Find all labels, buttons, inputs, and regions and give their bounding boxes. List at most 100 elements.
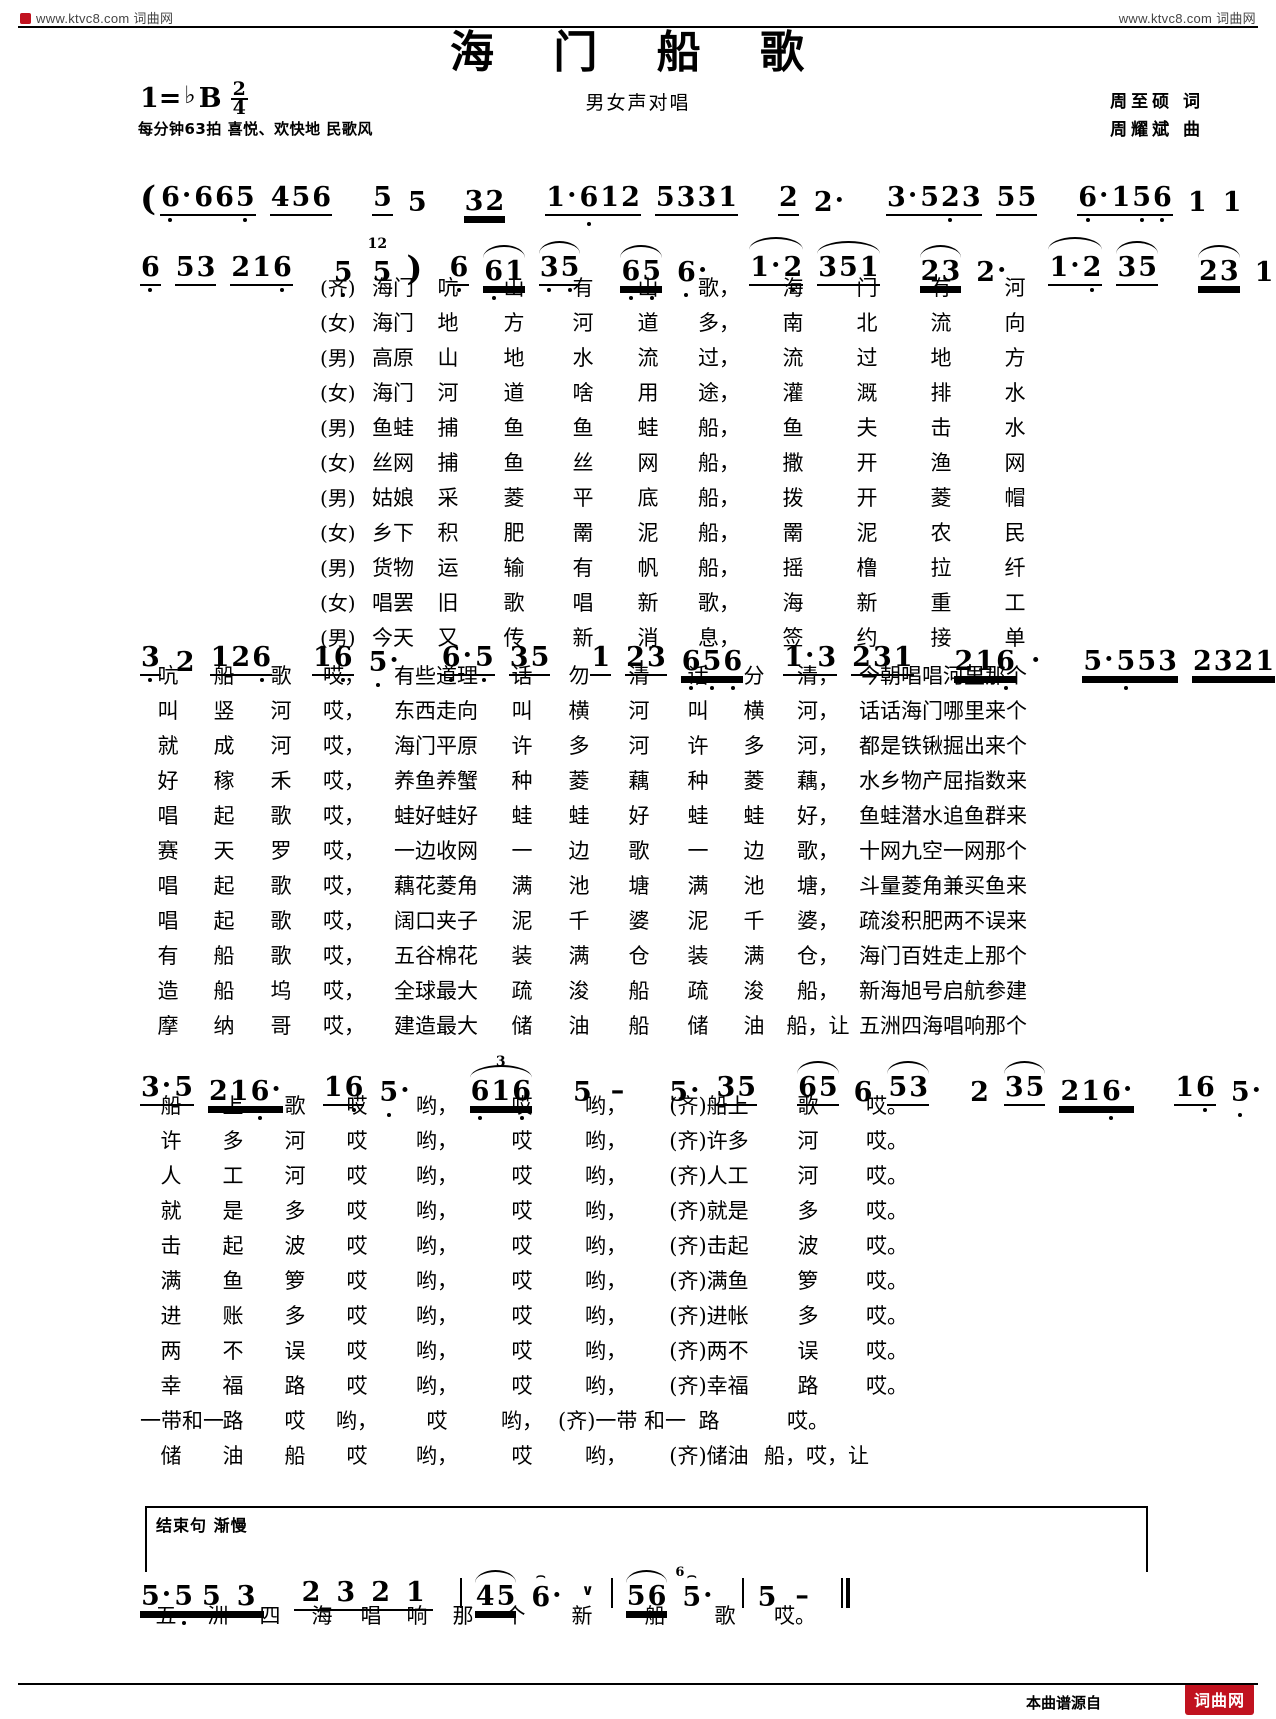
lyric-cell: 哟， [416, 1374, 458, 1398]
aug-dot: · [1122, 1074, 1133, 1105]
note: 3 [1117, 252, 1137, 283]
lyric-cell: 河 [270, 734, 292, 758]
note-group: 35 [1116, 241, 1159, 286]
lyric-cell: 帽 [1004, 486, 1026, 510]
note: 4 [270, 182, 290, 213]
lyric-cell: 开 [856, 451, 878, 475]
lyric-cell: 有些道理 [394, 664, 478, 688]
lyric-row: 就 成 河 哎， 海门平原 许 多 河 许 多 河， 都是铁锹掘出来个 [140, 730, 1032, 765]
note: 3 [1219, 256, 1239, 287]
lyric-cell: 河 [628, 734, 650, 758]
lyric-cell: 船 [644, 1604, 666, 1628]
lyric-cell: (齐)储油 [669, 1444, 749, 1468]
note-group: 16 [1174, 1074, 1216, 1106]
lyric-cell: 击 [160, 1234, 182, 1258]
lyric-cell: 地 [930, 346, 952, 370]
lyric-cell: 仓， [797, 944, 839, 968]
note-group: 2 · [813, 185, 846, 216]
lyric-cell: 叫 [687, 699, 709, 723]
lyric-role: (女) [320, 451, 356, 475]
lyric-cell: 河， [797, 734, 839, 758]
lyric-cell: 疏浚积肥两不误来 [859, 909, 1027, 933]
lyric-cell: 多 [797, 1304, 819, 1328]
lyric-cell: 哎。 [787, 1409, 829, 1433]
lyric-cell: 阔口夹子 [394, 909, 478, 933]
lyric-cell: 南 [782, 311, 804, 335]
lyric-cell: 竖 [213, 699, 235, 723]
lyric-cell: 菱 [568, 769, 590, 793]
lyric-cell: 哎。 [866, 1269, 908, 1293]
lyric-cell: 水乡物产屈指数来 [859, 769, 1027, 793]
lyric-cell: 起 [213, 874, 235, 898]
note: 5 [373, 182, 392, 213]
lyric-cell: 幸 [160, 1374, 182, 1398]
lyric-cell: 歌 [270, 874, 292, 898]
lyric-cell: 哟， [416, 1199, 458, 1223]
lyric-cell: (齐)许多 [669, 1129, 749, 1153]
lyric-cell: 捕 [437, 416, 459, 440]
lyric-cell: 哎 [511, 1444, 533, 1468]
lyric-cell: 储 [160, 1444, 182, 1468]
lyric-cell: 哎， [323, 874, 365, 898]
staff-system-1: ( 6 · 6 6 5 456 5 5 32 1 · 6 1 2 5331 2 2 · 3 · 5 2 3… [140, 158, 1241, 219]
lyric-cell: 哎。 [866, 1094, 908, 1118]
lyric-row: (男) 姑娘采 菱 平 底 船， 拨 开 菱 帽 [320, 482, 1052, 517]
lyric-cell: 哎 [426, 1409, 448, 1433]
lyric-row: 船 上 歌 哎 哟， 哎 哟， (齐)船上 歌 哎。 [140, 1090, 922, 1125]
note: 3 [676, 182, 696, 213]
lyric-cell: 哥 [270, 1014, 292, 1038]
lyric-cell: 塘， [797, 874, 839, 898]
lyric-cell: 河， [797, 699, 839, 723]
lyric-cell: 起 [213, 909, 235, 933]
note: 3 [887, 182, 906, 213]
lyric-block-1: (齐) 海门吭山有山歌，海门有河 (女) 海门地方河道多，南北流向 (男) 高原山地水流过… [320, 272, 1052, 657]
lyric-cell: 河 [284, 1129, 306, 1153]
lyric-cell: 唱 [157, 804, 179, 828]
aug-dot: · [181, 180, 192, 211]
lyric-cell: 满 [687, 874, 709, 898]
lyric-cell: 船， [698, 556, 740, 580]
lyric-cell: 浚 [743, 979, 765, 1003]
lyric-cell: 河 [284, 1164, 306, 1188]
breath-mark-icon: ∨ [581, 1581, 594, 1599]
page-title: 海 门 船 歌 [450, 27, 826, 78]
lyric-cell: 哎 [346, 1269, 368, 1293]
lyric-cell: 水 [1004, 416, 1026, 440]
lyric-row: 赛 天 罗 哎， 一边收网 一 边 歌 一 边 歌， 十网九空一网那个 [140, 835, 1032, 870]
aug-dot: · [567, 180, 577, 211]
lyric-cell: 哟， [585, 1269, 627, 1293]
lyric-cell: 拉 [930, 556, 952, 580]
note: 2 [970, 1077, 989, 1108]
lyric-cell: 两 [160, 1339, 182, 1363]
site-badge[interactable]: 词曲网 [1184, 1683, 1254, 1715]
fermata-icon: ⌢ [535, 1566, 546, 1584]
note: 6 [1102, 1076, 1121, 1107]
lyric-cell: 道 [503, 381, 525, 405]
flat-icon: ♭ [184, 79, 196, 109]
lyric-cell: 船 [160, 1094, 182, 1118]
note: 5 [407, 187, 427, 218]
lyric-cell: 底 [637, 486, 659, 510]
time-signature: 2 4 [230, 79, 248, 120]
lyric-cell: 泥 [511, 909, 533, 933]
note-group: 2 1 6 · [1059, 1074, 1134, 1106]
note: 5 [920, 182, 940, 213]
lyric-cell: 多 [743, 734, 765, 758]
note-group: 5 [407, 189, 428, 216]
final-barline [840, 1578, 850, 1611]
lyric-cell: 海门 [372, 381, 414, 405]
lyric-cell: 哎。 [866, 1164, 908, 1188]
note: 1 [600, 182, 620, 213]
lyric-cell: 菱 [743, 769, 765, 793]
lyric-cell: 边 [568, 839, 590, 863]
lyric-cell: 地 [503, 346, 525, 370]
note: 5 [1083, 646, 1103, 677]
note: 1 [1222, 187, 1242, 218]
lyric-cell: 哟， [336, 1409, 378, 1433]
lyric-cell: 稼 [213, 769, 235, 793]
meter-denominator: 4 [232, 97, 246, 120]
lyric-cell: 装 [511, 944, 533, 968]
lyric-cell: 哟， [585, 1129, 627, 1153]
lyric-row: 两 不 误 哎 哟， 哎 哟， (齐)两不 误 哎。 [140, 1335, 922, 1370]
lyric-cell: 疏 [687, 979, 709, 1003]
